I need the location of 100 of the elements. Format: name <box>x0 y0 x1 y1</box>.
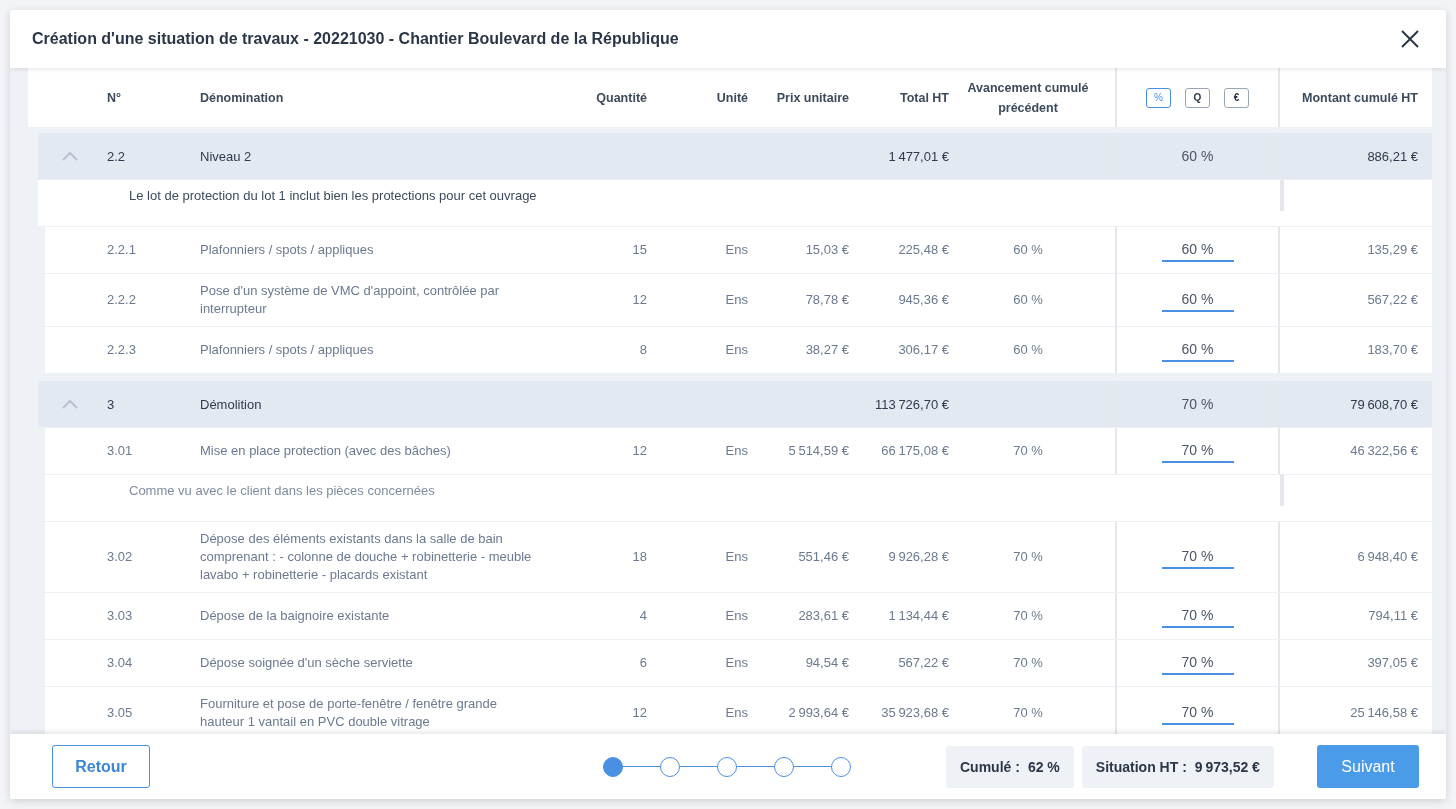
table-cell-text: 70 % <box>1012 442 1044 460</box>
table-cell-text: Ens <box>724 291 748 309</box>
table-cell-text: 3.05 <box>107 704 134 722</box>
table-cell-text: Ens <box>724 442 748 460</box>
step-dot[interactable] <box>717 756 737 777</box>
mode-toggle[interactable]: € <box>1224 87 1249 108</box>
table-cell-text: 1 477,01 € <box>887 147 949 166</box>
progress-input[interactable]: 60 % <box>1161 238 1234 262</box>
table-cell-text: 551,46 € <box>797 548 849 566</box>
close-icon[interactable] <box>1401 30 1419 48</box>
note-text: Le lot de protection du lot 1 inclut bien les protections pour cet ouvrage <box>128 187 537 203</box>
table-cell-text: 4 <box>638 607 647 625</box>
summary-value: 9 973,52 € <box>1194 758 1260 775</box>
table-cell-text: 70 % <box>1012 704 1044 722</box>
back-button[interactable]: Retour <box>52 745 150 788</box>
table-cell-text: Ens <box>724 241 748 259</box>
table-cell-text: 70 % <box>1012 548 1044 566</box>
table-cell-text: 66 175,08 € <box>880 442 949 460</box>
table-cell-text: Ens <box>724 654 748 672</box>
table-cell-text: 6 948,40 € <box>1356 548 1419 566</box>
step-connector <box>623 766 660 767</box>
table-cell-text: 18 <box>631 548 647 566</box>
table-cell-text: Ens <box>724 607 748 625</box>
progress-input[interactable]: 70 % <box>1161 439 1234 463</box>
table-cell-text: 397,05 € <box>1366 654 1419 672</box>
table-cell: 60 % <box>1181 148 1214 164</box>
summary-label: Cumulé : <box>960 758 1020 775</box>
step-dot[interactable] <box>831 756 851 777</box>
table-cell-text: Ens <box>724 548 748 566</box>
step-dot[interactable] <box>774 756 794 777</box>
table-cell-text: 1 134,44 € <box>887 607 949 625</box>
table-cell-text: 283,61 € <box>797 607 849 625</box>
table-cell-text: 2.2.3 <box>107 341 137 359</box>
table-cell-text: Plafonniers / spots / appliques <box>200 341 375 359</box>
window-title: Création d'une situation de travaux - 20221030 - Chantier Boulevard de la République <box>32 30 679 48</box>
progress-input[interactable]: 70 % <box>1161 545 1234 569</box>
step-connector <box>794 766 831 767</box>
progress-input[interactable]: 70 % <box>1161 701 1234 725</box>
table-cell-text: 60 % <box>1012 291 1044 309</box>
table-cell-text: 38,27 € <box>804 341 849 359</box>
table-cell-text: 3.04 <box>107 654 134 672</box>
table-cell-text: 15 <box>631 241 647 259</box>
table-cell-text: 15,03 € <box>804 241 849 259</box>
table-cell-text: 3.01 <box>107 442 134 460</box>
progress-input[interactable]: 60 % <box>1161 288 1234 312</box>
table-cell-text: 183,70 € <box>1366 341 1419 359</box>
table-cell-text: Plafonniers / spots / appliques <box>200 241 375 259</box>
table-cell-text: 135,29 € <box>1366 241 1419 259</box>
table-cell-text: 2.2 <box>107 147 127 166</box>
table-cell-text: 225,48 € <box>897 241 949 259</box>
step-dot[interactable] <box>603 756 623 777</box>
table-cell: 70 % <box>1181 396 1214 412</box>
table-cell-text: 945,36 € <box>897 291 949 309</box>
summary-value: 62 % <box>1027 758 1060 775</box>
column-header: Unité <box>715 89 748 107</box>
column-header: Total HT <box>898 89 949 107</box>
chevron-icon[interactable] <box>62 151 78 161</box>
table-cell-text: 5 514,59 € <box>787 442 849 460</box>
table-cell-text: 12 <box>631 291 647 309</box>
table-cell-text: Ens <box>724 341 748 359</box>
table-cell-text: Ens <box>724 704 748 722</box>
table-cell-text: 2.2.2 <box>107 291 137 309</box>
table-cell-text: 6 <box>638 654 647 672</box>
column-header: Avancement cumulé précédent <box>966 79 1090 117</box>
table-cell-text: Mise en place protection (avec des bâches) <box>200 442 452 460</box>
table-cell-text: 70 % <box>1012 607 1044 625</box>
table-cell-text: Pose d'un système de VMC d'appoint, contrôlée par interrupteur <box>200 282 501 318</box>
table-cell-text: 567,22 € <box>1366 291 1419 309</box>
step-connector <box>680 766 717 767</box>
mode-toggle[interactable]: % <box>1146 87 1171 108</box>
table-cell-text: Fourniture et pose de porte-fenêtre / fenêtre grande hauteur 1 vantail en PVC double vitrage <box>200 695 499 731</box>
table-cell-text: 9 926,28 € <box>887 548 949 566</box>
summary-label: Situation HT : <box>1095 758 1187 775</box>
table-cell-text: 46 322,56 € <box>1349 442 1419 460</box>
table-cell-text: 60 % <box>1012 341 1044 359</box>
table-cell-text: Dépose des éléments existants dans la salle de bain comprenant : - colonne de douche + robinetterie - meuble lavabo + robinetterie - placards existant <box>200 530 533 584</box>
column-header: Dénomination <box>200 89 285 107</box>
column-header: Quantité <box>595 89 647 107</box>
progress-input[interactable]: 70 % <box>1161 604 1234 628</box>
table-cell-text: 2.2.1 <box>107 241 137 259</box>
progress-input[interactable]: 60 % <box>1161 338 1234 362</box>
column-header: Prix unitaire <box>775 89 849 107</box>
table-cell-text: 8 <box>638 341 647 359</box>
table-cell-text: 94,54 € <box>804 654 849 672</box>
mode-toggle[interactable]: Q <box>1185 87 1210 108</box>
table-cell-text: Niveau 2 <box>200 147 253 166</box>
table-cell-text: 2 993,64 € <box>787 704 849 722</box>
table-cell-text: Dépose soignée d'un sèche serviette <box>200 654 414 672</box>
table-cell-text: 25 146,58 € <box>1349 704 1419 722</box>
chevron-icon[interactable] <box>62 399 78 409</box>
table-cell-text: 78,78 € <box>804 291 849 309</box>
table-cell-text: 3 <box>107 395 116 414</box>
note-text: Comme vu avec le client dans les pièces concernées <box>128 482 435 498</box>
step-dot[interactable] <box>660 756 680 777</box>
table-cell-text: 35 923,68 € <box>880 704 949 722</box>
table-cell-text: 70 % <box>1012 654 1044 672</box>
progress-input[interactable]: 70 % <box>1161 651 1234 675</box>
table-cell-text: 3.02 <box>107 548 134 566</box>
table-cell-text: Dépose de la baignoire existante <box>200 607 391 625</box>
table-cell-text: 12 <box>631 704 647 722</box>
